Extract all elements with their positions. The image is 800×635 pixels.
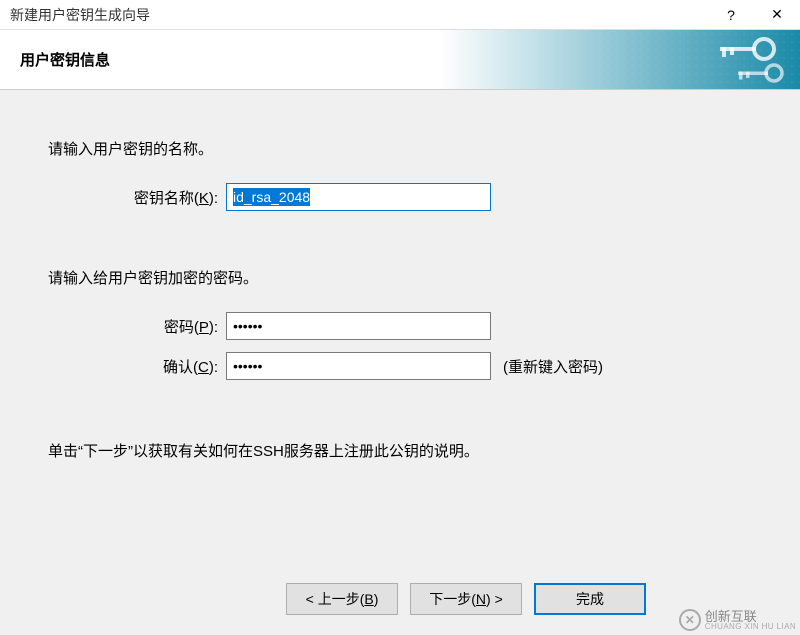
key-name-input[interactable] — [226, 183, 491, 211]
name-label: 密钥名称(K): — [108, 187, 218, 208]
watermark-en: CHUANG XIN HU LIAN — [705, 623, 796, 631]
password-prompt: 请输入给用户密钥加密的密码。 — [48, 267, 752, 288]
help-button[interactable]: ? — [708, 0, 754, 30]
password-row: 密码(P): — [48, 312, 752, 340]
watermark-icon: ✕ — [679, 609, 701, 631]
window-controls: ? ✕ — [708, 0, 800, 29]
close-button[interactable]: ✕ — [754, 0, 800, 30]
confirm-row: 确认(C): (重新键入密码) — [48, 352, 752, 380]
watermark-cn: 创新互联 — [705, 610, 796, 623]
next-step-instruction: 单击“下一步”以获取有关如何在SSH服务器上注册此公钥的说明。 — [48, 440, 752, 461]
title-bar: 新建用户密钥生成向导 ? ✕ — [0, 0, 800, 30]
confirm-label: 确认(C): — [108, 356, 218, 377]
password-label: 密码(P): — [108, 316, 218, 337]
name-prompt: 请输入用户密钥的名称。 — [48, 138, 752, 159]
name-row: 密钥名称(K): id_rsa_2048 — [48, 183, 752, 211]
finish-button[interactable]: 完成 — [534, 583, 646, 615]
content-area: 请输入用户密钥的名称。 密钥名称(K): id_rsa_2048 请输入给用户密… — [0, 90, 800, 461]
confirm-password-input[interactable] — [226, 352, 491, 380]
window-title: 新建用户密钥生成向导 — [10, 5, 150, 25]
confirm-hint: (重新键入密码) — [503, 356, 603, 377]
wizard-header: 用户密钥信息 — [0, 30, 800, 90]
next-button[interactable]: 下一步(N) > — [410, 583, 522, 615]
password-input[interactable] — [226, 312, 491, 340]
page-title: 用户密钥信息 — [20, 49, 110, 70]
back-button[interactable]: < 上一步(B) — [286, 583, 398, 615]
watermark: ✕ 创新互联 CHUANG XIN HU LIAN — [679, 609, 796, 631]
